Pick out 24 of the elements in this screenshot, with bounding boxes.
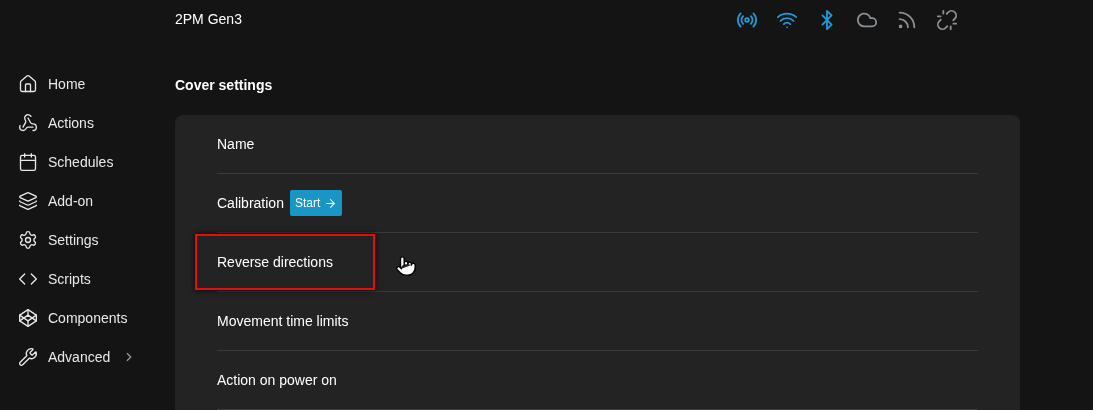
section-title: Cover settings [175, 76, 274, 95]
wrench-icon [18, 347, 38, 367]
settings-row[interactable]: Name [217, 116, 255, 172]
sidebar-item[interactable]: Actions [18, 111, 175, 135]
device-name: 2PM Gen3 [175, 10, 242, 29]
sidebar-item[interactable]: Settings [18, 228, 175, 252]
sidebar-item[interactable]: Components [18, 306, 175, 330]
sidebar-item[interactable]: Scripts [18, 267, 175, 291]
calendar-icon [18, 152, 38, 172]
settings-row[interactable]: Action on power on [217, 352, 337, 408]
settings-row[interactable]: Movement time limits [217, 293, 349, 349]
settings-row[interactable]: Reverse directions [195, 234, 375, 290]
house-icon [18, 74, 38, 94]
settings-icon [18, 230, 38, 250]
unlink-icon[interactable] [936, 8, 958, 31]
sidebar-item[interactable]: Advanced [18, 345, 175, 369]
settings-row[interactable]: Calibration Start [217, 175, 343, 231]
sidebar-item[interactable]: Home [18, 72, 175, 96]
webhook-icon [18, 113, 38, 133]
sidebar-item[interactable]: Schedules [18, 150, 175, 174]
sidebar-item[interactable]: Add-on [18, 189, 175, 213]
layers-icon [18, 191, 38, 211]
arrow-right-icon [324, 196, 338, 210]
cube-icon [18, 308, 38, 328]
